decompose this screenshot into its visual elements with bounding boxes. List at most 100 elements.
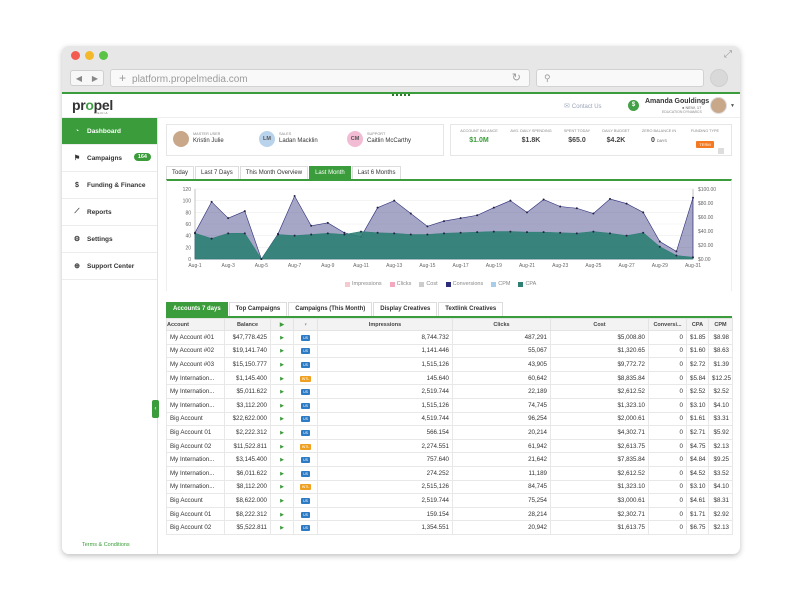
forward-icon[interactable]: ▶ bbox=[92, 74, 98, 83]
play-icon[interactable]: ▶ bbox=[280, 457, 284, 463]
reload-icon[interactable]: ↻ bbox=[512, 70, 521, 87]
table-row[interactable]: My Internation... $8,112.200 ▶ INTL 2,515,12… bbox=[166, 479, 733, 495]
tab-this-month-overview[interactable]: This Month Overview bbox=[239, 166, 309, 179]
column-header-balance[interactable]: Balance bbox=[224, 318, 271, 331]
play-icon[interactable]: ▶ bbox=[280, 389, 284, 395]
column-header-clicks[interactable]: Clicks bbox=[452, 318, 551, 331]
terms-link[interactable]: Terms & Conditions bbox=[82, 542, 130, 548]
new-tab-icon[interactable]: + bbox=[119, 71, 126, 85]
table-row[interactable]: Big Account $22,622.000 ▶ US 4,519.744 96,254… bbox=[166, 411, 733, 427]
stats-toggle[interactable] bbox=[718, 148, 724, 154]
play-icon[interactable]: ▶ bbox=[280, 335, 284, 341]
tab-textlink-creatives[interactable]: Textlink Creatives bbox=[438, 302, 504, 316]
account-name[interactable]: Big Account 02 bbox=[166, 520, 225, 535]
legend-item-cost[interactable]: Cost bbox=[419, 281, 438, 287]
table-row[interactable]: My Account #02 $19,141.740 ▶ US 1,141.446 55,… bbox=[166, 343, 733, 359]
table-row[interactable]: Big Account 01 $8,222.312 ▶ US 159.154 28,214… bbox=[166, 506, 733, 522]
account-name[interactable]: My Internation... bbox=[166, 370, 225, 386]
play-icon[interactable]: ▶ bbox=[280, 471, 284, 477]
tab-today[interactable]: Today bbox=[166, 166, 195, 179]
account-name[interactable]: My Internation... bbox=[166, 479, 225, 495]
conversions-value: 0 bbox=[648, 452, 687, 467]
play-icon[interactable]: ▶ bbox=[280, 362, 284, 368]
maximize-window-button[interactable] bbox=[99, 51, 108, 60]
region-tag: INTL bbox=[299, 484, 312, 491]
column-header-col2[interactable]: ▶ bbox=[270, 318, 294, 331]
legend-item-conversions[interactable]: Conversions bbox=[445, 281, 483, 287]
fullscreen-icon[interactable]: ⤢ bbox=[724, 49, 732, 60]
collapse-sidebar-icon[interactable]: ‹ bbox=[152, 400, 159, 418]
chevron-down-icon[interactable]: ▼ bbox=[730, 103, 735, 109]
account-name[interactable]: My Internation... bbox=[166, 384, 225, 399]
tab-last-7-days[interactable]: Last 7 Days bbox=[195, 166, 239, 179]
tab-top-campaigns[interactable]: Top Campaigns bbox=[228, 302, 288, 316]
table-row[interactable]: My Account #03 $15,150.777 ▶ US 1,515,126 43,… bbox=[166, 357, 733, 372]
play-icon[interactable]: ▶ bbox=[280, 430, 284, 436]
sidebar-item-reports[interactable]: ⟋ Reports bbox=[62, 199, 157, 226]
column-header-cost[interactable]: Cost bbox=[550, 318, 649, 331]
account-name[interactable]: My Internation... bbox=[166, 465, 225, 481]
column-header-conversi[interactable]: Conversi... bbox=[648, 318, 687, 331]
tab-last-month[interactable]: Last Month bbox=[309, 166, 351, 179]
account-name[interactable]: My Internation... bbox=[166, 452, 225, 467]
play-icon[interactable]: ▶ bbox=[280, 484, 284, 490]
account-name[interactable]: My Account #01 bbox=[166, 330, 225, 345]
play-icon[interactable]: ▶ bbox=[280, 444, 284, 450]
table-row[interactable]: Big Account 01 $2,222.312 ▶ US 566.154 20,214… bbox=[166, 425, 733, 440]
legend-item-cpa[interactable]: CPA bbox=[518, 281, 536, 287]
table-row[interactable]: My Internation... $3,112.200 ▶ US 1,515,126 7… bbox=[166, 397, 733, 413]
tab-accounts-7-days[interactable]: Accounts 7 days bbox=[166, 302, 228, 316]
column-header-cpa[interactable]: CPA bbox=[686, 318, 709, 331]
user-name[interactable]: Amanda Gouldings bbox=[645, 98, 709, 105]
search-bar[interactable]: ⚲ bbox=[536, 69, 704, 87]
table-row[interactable]: My Internation... $1,145.400 ▶ INTL 145.640 6… bbox=[166, 370, 733, 386]
account-name[interactable]: Big Account bbox=[166, 411, 225, 427]
sidebar-item-funding-finance[interactable]: $ Funding & Finance bbox=[62, 172, 157, 199]
back-icon[interactable]: ◀ bbox=[76, 74, 82, 83]
account-name[interactable]: Big Account 01 bbox=[166, 425, 225, 440]
account-name[interactable]: My Account #03 bbox=[166, 357, 225, 372]
column-header-account[interactable]: Account bbox=[166, 318, 225, 331]
contact-us-link[interactable]: ✉ Contact Us bbox=[564, 102, 602, 110]
clicks-value: 487,291 bbox=[452, 330, 551, 345]
play-icon[interactable]: ▶ bbox=[280, 403, 284, 409]
play-icon[interactable]: ▶ bbox=[280, 376, 284, 382]
play-icon[interactable]: ▶ bbox=[280, 525, 284, 531]
column-header-cpm[interactable]: CPM bbox=[708, 318, 733, 331]
minimize-window-button[interactable] bbox=[85, 51, 94, 60]
sidebar-item-settings[interactable]: ⚙ Settings bbox=[62, 226, 157, 253]
sidebar-item-campaigns[interactable]: ⚑ Campaigns 164 bbox=[62, 145, 157, 172]
legend-item-impressions[interactable]: Impressions bbox=[345, 281, 382, 287]
table-row[interactable]: Big Account 02 $5,522.811 ▶ US 1,354.551 20,9… bbox=[166, 520, 733, 535]
column-header-col3[interactable]: ♀ bbox=[293, 318, 318, 331]
play-icon[interactable]: ▶ bbox=[280, 512, 284, 518]
url-bar[interactable]: + platform.propelmedia.com ↻ bbox=[110, 69, 530, 87]
sidebar-item-dashboard[interactable]: ◔ Dashboard bbox=[62, 118, 157, 145]
tab-display-creatives[interactable]: Display Creatives bbox=[373, 302, 438, 316]
legend-item-cpm[interactable]: CPM bbox=[491, 281, 510, 287]
legend-item-clicks[interactable]: Clicks bbox=[389, 281, 411, 287]
table-row[interactable]: My Internation... $3,145.400 ▶ US 757.640 21,… bbox=[166, 452, 733, 467]
sidebar-item-support-center[interactable]: ⊕ Support Center bbox=[62, 253, 157, 280]
tab-campaigns-this-month[interactable]: Campaigns (This Month) bbox=[288, 302, 373, 316]
account-name[interactable]: Big Account 02 bbox=[166, 438, 225, 454]
account-name[interactable]: My Account #02 bbox=[166, 343, 225, 359]
account-name[interactable]: My Internation... bbox=[166, 397, 225, 413]
play-icon[interactable]: ▶ bbox=[280, 348, 284, 354]
table-row[interactable]: Big Account 02 $11,522.811 ▶ INTL 2,274.551 6… bbox=[166, 438, 733, 454]
tab-last-6-months[interactable]: Last 6 Months bbox=[351, 166, 402, 179]
dollar-badge[interactable]: $ bbox=[628, 100, 639, 111]
sidebar-item-label: Reports bbox=[87, 208, 112, 216]
play-icon[interactable]: ▶ bbox=[280, 498, 284, 504]
account-name[interactable]: Big Account 01 bbox=[166, 506, 225, 522]
table-row[interactable]: My Internation... $6,011.622 ▶ US 274.252 11,… bbox=[166, 465, 733, 481]
play-icon[interactable]: ▶ bbox=[280, 416, 284, 422]
close-window-button[interactable] bbox=[71, 51, 80, 60]
table-row[interactable]: Big Account $8,622.000 ▶ US 2,519.744 75,254 $… bbox=[166, 493, 733, 508]
table-row[interactable]: My Account #01 $47,778.425 ▶ US 8,744.732 487… bbox=[166, 330, 733, 345]
column-header-impressions[interactable]: Impressions bbox=[317, 318, 453, 331]
home-button[interactable] bbox=[710, 69, 728, 87]
user-avatar[interactable] bbox=[710, 97, 727, 114]
account-name[interactable]: Big Account bbox=[166, 493, 225, 508]
table-row[interactable]: My Internation... $5,011.622 ▶ US 2,519.744 2… bbox=[166, 384, 733, 399]
